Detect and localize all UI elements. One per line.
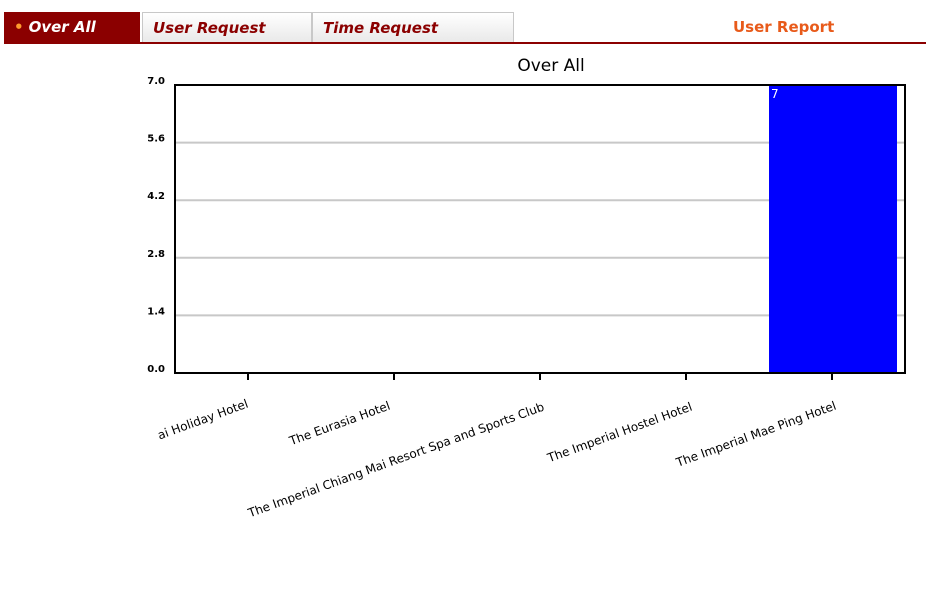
x-tick-label: The Imperial Mae Ping Hotel bbox=[673, 399, 838, 470]
x-tick-label: The Imperial Chiang Mai Resort Spa and S… bbox=[245, 400, 546, 521]
x-tick-label: ai Holiday Hotel bbox=[156, 397, 250, 443]
chart-title: Over All bbox=[517, 56, 584, 76]
bar-chart: Over All 0.0 1.4 2.8 4.2 5.6 7.0 7 ai Holiday H… bbox=[147, 56, 906, 521]
y-tick-label: 5.6 bbox=[147, 134, 165, 145]
bar bbox=[769, 85, 897, 373]
y-tick-label: 0.0 bbox=[147, 364, 165, 375]
x-tick-label: The Imperial Hostel Hotel bbox=[545, 400, 694, 466]
y-tick-label: 1.4 bbox=[147, 306, 165, 317]
bar-data-label: 7 bbox=[771, 87, 779, 101]
y-tick-label: 2.8 bbox=[147, 249, 165, 260]
x-tick-label: The Eurasia Hotel bbox=[287, 399, 392, 449]
y-tick-label: 4.2 bbox=[147, 191, 165, 202]
y-tick-label: 7.0 bbox=[147, 76, 165, 87]
